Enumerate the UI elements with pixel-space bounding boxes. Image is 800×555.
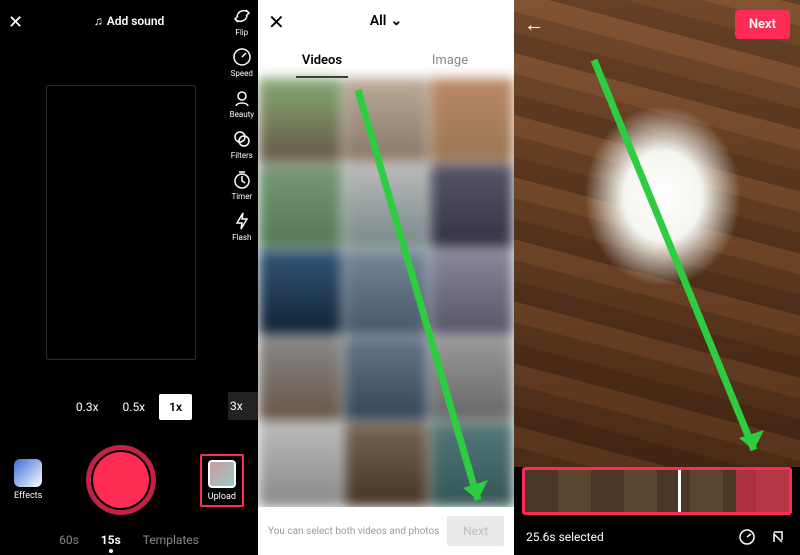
back-icon[interactable]: ← [524,12,544,37]
timeline-frame [525,470,558,512]
record-icon [93,452,149,508]
close-icon[interactable]: ✕ [8,12,23,33]
speed-button[interactable]: Speed [231,47,253,78]
zoom-0-5x[interactable]: 0.5x [113,394,156,420]
picker-top-bar: ✕ All ⌄ [258,0,514,42]
media-thumbnail[interactable] [258,164,342,248]
media-thumbnail[interactable] [258,78,342,162]
flash-label: Flash [232,233,251,242]
mode-15s[interactable]: 15s [101,533,121,547]
duration-selected: 25.6s selected [526,530,604,544]
mode-60s[interactable]: 60s [59,533,79,547]
upload-label: Upload [208,492,236,502]
media-thumbnail[interactable] [430,423,514,507]
timer-icon [232,170,252,190]
beauty-label: Beauty [230,110,254,119]
camera-side-tools: Flip Speed Beauty Filters Timer Flash [230,6,254,242]
media-thumbnail[interactable] [258,423,342,507]
trim-handle[interactable] [678,470,681,512]
filters-label: Filters [231,151,253,160]
media-thumbnail[interactable] [344,337,428,421]
media-thumbnail[interactable] [344,423,428,507]
beauty-button[interactable]: Beauty [230,88,254,119]
timer-button[interactable]: Timer [231,170,252,201]
mode-templates[interactable]: Templates [143,533,199,547]
trim-bottom-bar: 25.6s selected [514,519,800,555]
zoom-picker: 0.3x 0.5x 1x [0,394,258,420]
flip-button[interactable]: Flip [232,6,252,37]
media-thumbnail[interactable] [258,337,342,421]
zoom-3x[interactable]: 3x [228,392,258,420]
rotate-icon[interactable] [770,528,788,546]
effects-label: Effects [14,491,42,501]
timeline-frame [657,470,690,512]
timeline-frame [624,470,657,512]
picker-tabs: Videos Image [258,42,514,78]
media-grid[interactable] [258,78,514,507]
camera-modes: 60s 15s Templates [0,533,258,547]
music-note-icon: ♫ [94,14,103,28]
tab-videos[interactable]: Videos [258,42,386,78]
viewfinder [46,85,196,360]
filters-icon [232,129,252,149]
trim-tools [738,528,788,546]
media-thumbnail[interactable] [344,164,428,248]
media-thumbnail[interactable] [344,78,428,162]
timeline-frame [591,470,624,512]
upload-thumbnail-icon [208,460,236,488]
chevron-down-icon: ⌄ [390,13,402,29]
picker-footer: You can select both videos and photos Ne… [258,507,514,555]
media-thumbnail[interactable] [430,78,514,162]
flash-icon [232,211,252,231]
trim-timeline[interactable] [522,467,792,515]
trim-screen: ← Next 25.6s selected [514,0,800,555]
upload-button[interactable]: Upload [200,454,244,507]
tab-image[interactable]: Image [386,42,514,78]
speed-label: Speed [231,69,253,78]
media-picker-screen: ✕ All ⌄ Videos Image You can select both… [258,0,514,555]
beauty-icon [232,88,252,108]
speed-icon [232,47,252,67]
album-dropdown[interactable]: All ⌄ [370,13,402,29]
effects-icon [14,459,42,487]
timeline-frame [690,470,723,512]
picker-hint: You can select both videos and photos [268,526,439,537]
media-thumbnail[interactable] [430,250,514,334]
album-label: All [370,13,387,29]
filters-button[interactable]: Filters [231,129,253,160]
camera-top-bar: ✕ ♫ Add sound [0,6,258,34]
zoom-0-3x[interactable]: 0.3x [66,394,109,420]
add-sound-label: Add sound [107,14,165,28]
zoom-1x[interactable]: 1x [159,394,192,420]
effects-button[interactable]: Effects [14,459,42,501]
flip-label: Flip [235,28,248,37]
flip-icon [232,6,252,26]
flash-button[interactable]: Flash [232,211,252,242]
close-icon[interactable]: ✕ [268,10,285,34]
camera-screen: ✕ ♫ Add sound Flip Speed Beauty Filters … [0,0,258,555]
record-button[interactable] [86,445,156,515]
video-preview [514,0,800,467]
media-thumbnail[interactable] [430,164,514,248]
add-sound-button[interactable]: ♫ Add sound [94,14,165,28]
media-thumbnail[interactable] [344,250,428,334]
next-button[interactable]: Next [447,516,504,546]
media-thumbnail[interactable] [430,337,514,421]
media-thumbnail[interactable] [258,250,342,334]
camera-bottom-bar: Effects Upload [0,445,258,515]
timer-label: Timer [231,192,252,201]
speed-icon[interactable] [738,528,756,546]
trim-excluded-region [736,470,789,512]
next-button[interactable]: Next [735,10,790,39]
timeline-frame [558,470,591,512]
